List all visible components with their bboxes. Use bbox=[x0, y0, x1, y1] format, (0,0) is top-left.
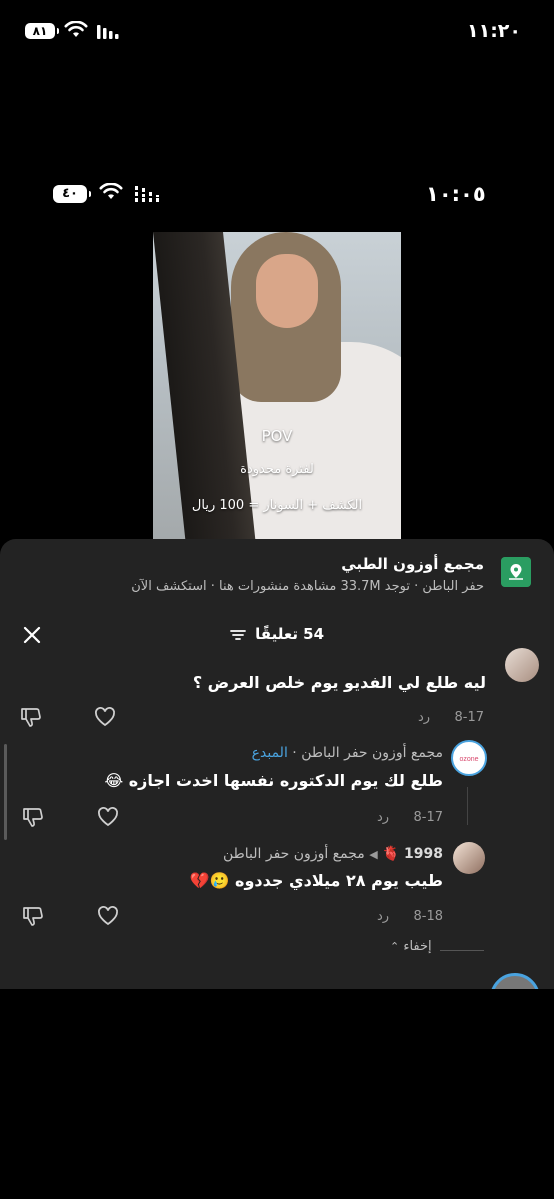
dislike-icon[interactable] bbox=[19, 705, 43, 729]
creator-badge: المبدع bbox=[251, 745, 288, 761]
video-overlay-pov: POV bbox=[261, 427, 293, 445]
video-overlay-line1: لفترة محدودة bbox=[240, 462, 314, 477]
comment-avatar[interactable] bbox=[505, 648, 539, 682]
dislike-icon[interactable] bbox=[21, 805, 45, 829]
like-heart-icon[interactable] bbox=[93, 705, 117, 729]
author-emoji: 🫀 bbox=[382, 846, 400, 862]
reply-arrow-icon: ◀ bbox=[369, 848, 378, 861]
comment-text: طلع لك يوم الدكتوره نفسها اخدت اجازه 😂 bbox=[104, 771, 443, 790]
outer-signal-icon bbox=[97, 25, 119, 39]
inner-wifi-icon bbox=[99, 183, 123, 199]
outer-status-time: ١١:٢٠ bbox=[467, 20, 521, 42]
inner-battery-icon: ٤٠ bbox=[53, 185, 91, 203]
comment-text: ليه طلع لي الفديو يوم خلص العرض ؟ bbox=[192, 673, 486, 692]
hide-label: إخفاء bbox=[403, 939, 432, 954]
scroll-indicator bbox=[4, 744, 7, 840]
embedded-screenshot: ١٠:٠٥ ٤٠ POV لفترة محدودة الكشف + السونا… bbox=[0, 153, 554, 989]
outer-wifi-icon bbox=[64, 21, 88, 37]
comment-date: 8-18 bbox=[413, 909, 443, 924]
location-subtitle[interactable]: حفر الباطن · توجد 33.7M مشاهدة منشورات ه… bbox=[131, 579, 484, 594]
comment-author: مجمع أوزون حفر الباطن bbox=[301, 745, 443, 761]
inner-signal-icon bbox=[135, 186, 159, 202]
video-player[interactable]: POV لفترة محدودة الكشف + السونار = 100 ر… bbox=[153, 232, 401, 539]
dislike-icon[interactable] bbox=[21, 904, 45, 928]
chevron-up-icon: ⌃ bbox=[390, 940, 400, 953]
comment-date: 8-17 bbox=[413, 810, 443, 825]
comment-text: طيب يوم ٢٨ ميلادي جددوه 🥲💔 bbox=[189, 871, 443, 890]
ozone-logo-icon: ozone bbox=[459, 756, 478, 763]
location-title[interactable]: مجمع أوزون الطبي bbox=[341, 555, 484, 573]
hide-divider bbox=[440, 950, 484, 951]
outer-battery-icon: ٨١ bbox=[25, 23, 59, 39]
video-overlay-line2: الكشف + السونار = 100 ريال bbox=[191, 498, 363, 513]
comments-count-header[interactable]: 54 تعليقًا bbox=[200, 625, 354, 643]
like-heart-icon[interactable] bbox=[96, 805, 120, 829]
location-pin-icon[interactable] bbox=[501, 557, 531, 587]
reply-button[interactable]: رد bbox=[418, 710, 430, 725]
svg-text:ozone: ozone bbox=[459, 756, 478, 763]
video-figure-face bbox=[256, 254, 318, 328]
creator-avatar[interactable]: ozone bbox=[451, 740, 487, 776]
creator-name-line[interactable]: مجمع أوزون حفر الباطن · المبدع bbox=[252, 745, 443, 761]
comment-date: 8-17 bbox=[454, 710, 484, 725]
comment-avatar[interactable] bbox=[453, 842, 485, 874]
reply-button[interactable]: رد bbox=[377, 810, 389, 825]
replying-to: مجمع أوزون حفر الباطن bbox=[222, 846, 365, 862]
reply-button[interactable]: رد bbox=[377, 909, 389, 924]
inner-status-time: ١٠:٠٥ bbox=[426, 182, 486, 206]
thread-line bbox=[467, 787, 468, 825]
sort-filter-icon[interactable] bbox=[230, 629, 246, 641]
comments-count-label: 54 تعليقًا bbox=[255, 625, 325, 643]
comment-author: 1998 bbox=[404, 846, 443, 862]
close-icon[interactable] bbox=[22, 625, 42, 645]
hide-replies-button[interactable]: إخفاء ⌃ bbox=[390, 939, 432, 954]
reply-name-line[interactable]: 1998 🫀 ◀ مجمع أوزون حفر الباطن bbox=[223, 846, 443, 862]
like-heart-icon[interactable] bbox=[96, 904, 120, 928]
